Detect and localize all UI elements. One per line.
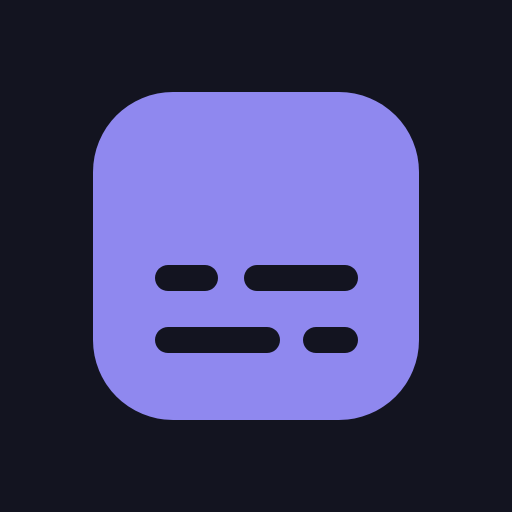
subtitle-line-2-long-bar: [155, 327, 280, 353]
subtitle-line-1-long-bar: [244, 265, 358, 291]
app-icon-canvas: [0, 0, 512, 512]
subtitle-line-2-short-bar: [303, 327, 358, 353]
subtitles-icon: [93, 92, 419, 420]
subtitle-line-1-short-bar: [155, 265, 218, 291]
